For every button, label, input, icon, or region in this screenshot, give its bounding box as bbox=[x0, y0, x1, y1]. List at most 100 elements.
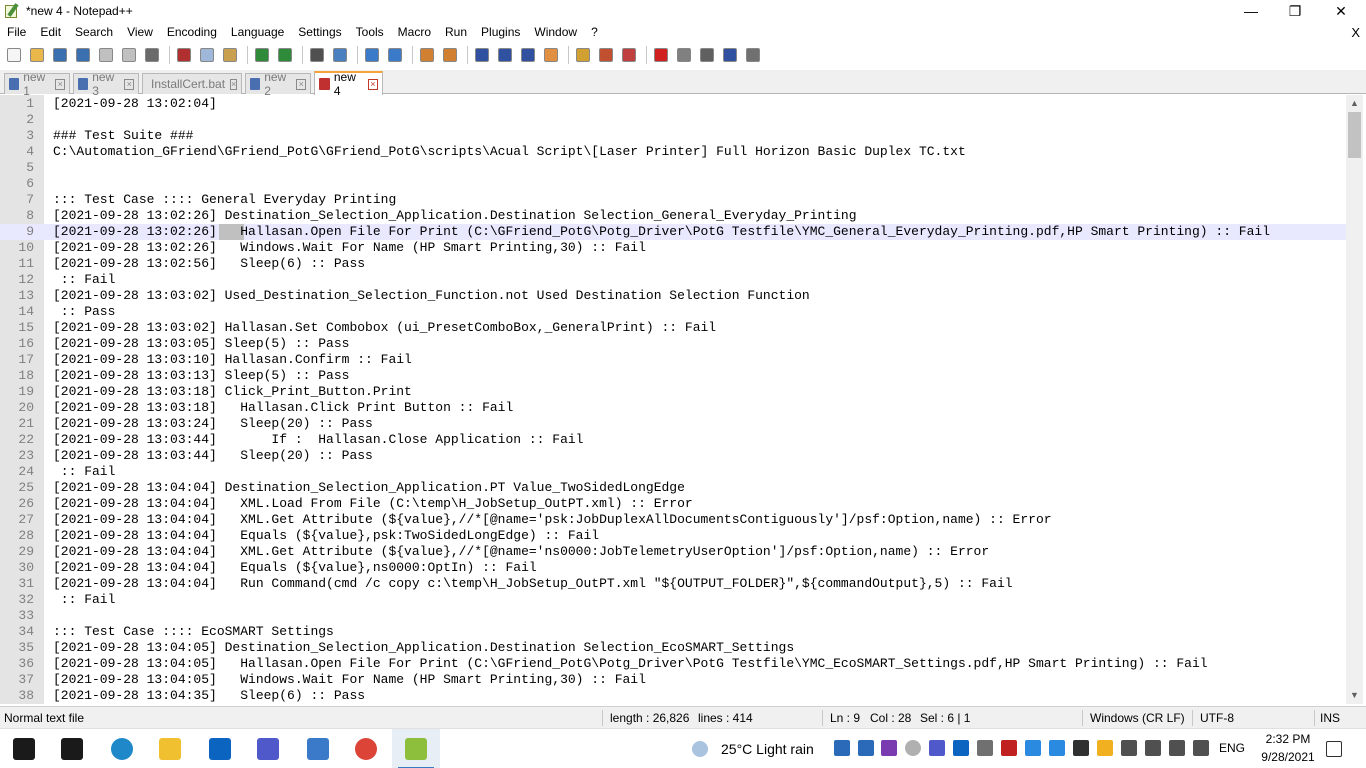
monitoring-icon[interactable] bbox=[619, 45, 639, 65]
clipboard-tray-icon[interactable] bbox=[1121, 740, 1137, 756]
new-file-icon[interactable] bbox=[4, 45, 24, 65]
outlook-icon[interactable] bbox=[196, 729, 244, 768]
chrome-icon[interactable] bbox=[342, 729, 390, 768]
replace-icon[interactable] bbox=[330, 45, 350, 65]
code-line[interactable]: 2 bbox=[0, 112, 1346, 128]
onenote-tray-icon[interactable] bbox=[881, 740, 897, 756]
code-line[interactable]: 1 [2021-09-28 13:02:04] bbox=[0, 96, 1346, 112]
minimize-button[interactable]: — bbox=[1228, 0, 1274, 22]
menu-item[interactable]: Search bbox=[68, 22, 120, 43]
menu-item[interactable]: Language bbox=[224, 22, 291, 43]
close-document-button[interactable]: X bbox=[1351, 22, 1360, 43]
stop-record-icon[interactable] bbox=[674, 45, 694, 65]
vertical-scrollbar[interactable]: ▲ ▼ bbox=[1346, 95, 1363, 704]
webex-tray-icon[interactable] bbox=[1049, 740, 1065, 756]
save-macro-icon[interactable] bbox=[743, 45, 763, 65]
code-line[interactable]: 37 [2021-09-28 13:04:05] Windows.Wait For… bbox=[0, 672, 1346, 688]
menu-item[interactable]: File bbox=[0, 22, 33, 43]
menu-item[interactable]: Run bbox=[438, 22, 474, 43]
menu-item[interactable]: Edit bbox=[33, 22, 68, 43]
code-line[interactable]: 23 [2021-09-28 13:03:44] Sleep(20) :: Pas… bbox=[0, 448, 1346, 464]
code-line[interactable]: 35 [2021-09-28 13:04:05] Destination_Sele… bbox=[0, 640, 1346, 656]
indent-guide-icon[interactable] bbox=[518, 45, 538, 65]
zoom-out-icon[interactable] bbox=[385, 45, 405, 65]
function-list-icon[interactable] bbox=[573, 45, 593, 65]
play-macro-icon[interactable] bbox=[697, 45, 717, 65]
code-line[interactable]: 4 C:\Automation_GFriend\GFriend_PotG\GFri… bbox=[0, 144, 1346, 160]
code-line[interactable]: 33 bbox=[0, 608, 1346, 624]
code-line[interactable]: 31 [2021-09-28 13:04:04] Run Command(cmd … bbox=[0, 576, 1346, 592]
defender-tray-icon[interactable] bbox=[834, 740, 850, 756]
code-line[interactable]: 34::: Test Case :::: EcoSMART Settings bbox=[0, 624, 1346, 640]
menu-item[interactable]: ? bbox=[584, 22, 605, 43]
scroll-up-arrow-icon[interactable]: ▲ bbox=[1346, 95, 1363, 112]
tab-document[interactable]: new 1 × bbox=[4, 70, 70, 98]
task-view-icon[interactable] bbox=[48, 729, 96, 768]
battery-tray-icon[interactable] bbox=[1145, 740, 1161, 756]
record-macro-icon[interactable] bbox=[651, 45, 671, 65]
code-area[interactable]: 1 [2021-09-28 13:02:04] 2 3 ### Test Suite #… bbox=[0, 95, 1346, 704]
file-explorer-icon[interactable] bbox=[146, 729, 194, 768]
code-line[interactable]: 26 [2021-09-28 13:04:04] XML.Load From Fi… bbox=[0, 496, 1346, 512]
bluetooth-tray-icon[interactable] bbox=[858, 740, 874, 756]
weather-text[interactable]: 25°C Light rain bbox=[721, 741, 814, 757]
close-all-icon[interactable] bbox=[119, 45, 139, 65]
tab-document[interactable]: InstallCert.bat × bbox=[142, 73, 242, 94]
doc-map-icon[interactable] bbox=[541, 45, 561, 65]
code-line[interactable]: 12 :: Fail bbox=[0, 272, 1346, 288]
teams-icon[interactable] bbox=[244, 729, 292, 768]
start-icon[interactable] bbox=[0, 729, 48, 768]
code-line[interactable]: 14 :: Pass bbox=[0, 304, 1346, 320]
edge-icon[interactable] bbox=[98, 729, 146, 768]
tab-close-icon[interactable]: × bbox=[124, 78, 135, 90]
code-line[interactable]: 20 [2021-09-28 13:03:18] Hallasan.Click P… bbox=[0, 400, 1346, 416]
code-line[interactable]: 10 [2021-09-28 13:02:26] Windows.Wait For… bbox=[0, 240, 1346, 256]
close-button[interactable]: ✕ bbox=[1318, 0, 1364, 22]
menu-item[interactable]: View bbox=[120, 22, 160, 43]
code-line[interactable]: 38 [2021-09-28 13:04:35] Sleep(6) :: Pass bbox=[0, 688, 1346, 704]
code-line[interactable]: 21 [2021-09-28 13:03:24] Sleep(20) :: Pas… bbox=[0, 416, 1346, 432]
menu-item[interactable]: Tools bbox=[349, 22, 391, 43]
scroll-down-arrow-icon[interactable]: ▼ bbox=[1346, 687, 1363, 704]
folder-workspace-icon[interactable] bbox=[596, 45, 616, 65]
weather-icon[interactable] bbox=[692, 741, 708, 757]
network-off-tray-icon[interactable] bbox=[977, 740, 993, 756]
code-line[interactable]: 13 [2021-09-28 13:03:02] Used_Destination… bbox=[0, 288, 1346, 304]
open-file-icon[interactable] bbox=[27, 45, 47, 65]
menu-item[interactable]: Window bbox=[527, 22, 584, 43]
editor[interactable]: 1 [2021-09-28 13:02:04] 2 3 ### Test Suite #… bbox=[0, 95, 1366, 704]
cut-icon[interactable] bbox=[174, 45, 194, 65]
tab-document[interactable]: new 2 × bbox=[245, 70, 311, 98]
code-line[interactable]: 18 [2021-09-28 13:03:13] Sleep(5) :: Pass bbox=[0, 368, 1346, 384]
language-indicator[interactable]: ENG bbox=[1219, 741, 1245, 755]
clock-time[interactable]: 2:32 PM bbox=[1258, 732, 1318, 746]
code-line[interactable]: 6 bbox=[0, 176, 1346, 192]
sync-horizontal-icon[interactable] bbox=[440, 45, 460, 65]
code-line[interactable]: 3 ### Test Suite ### bbox=[0, 128, 1346, 144]
code-line[interactable]: 5 bbox=[0, 160, 1346, 176]
tab-close-icon[interactable]: × bbox=[296, 78, 307, 90]
zoom-in-icon[interactable] bbox=[362, 45, 382, 65]
run-macro-multiple-icon[interactable] bbox=[720, 45, 740, 65]
code-line[interactable]: 9 [2021-09-28 13:02:26] Hallasan.Open Fil… bbox=[0, 224, 1346, 240]
code-line[interactable]: 19 [2021-09-28 13:03:18] Click_Print_Butt… bbox=[0, 384, 1346, 400]
gfriend-app-icon[interactable] bbox=[294, 729, 342, 768]
it-tray-icon[interactable] bbox=[1097, 740, 1113, 756]
slack-tray-icon[interactable] bbox=[1073, 740, 1089, 756]
tab-close-icon[interactable]: × bbox=[367, 78, 378, 90]
close-icon[interactable] bbox=[96, 45, 116, 65]
code-line[interactable]: 17 [2021-09-28 13:03:10] Hallasan.Confirm… bbox=[0, 352, 1346, 368]
menu-item[interactable]: Encoding bbox=[160, 22, 224, 43]
show-all-chars-icon[interactable] bbox=[495, 45, 515, 65]
mcafee-tray-icon[interactable] bbox=[1001, 740, 1017, 756]
undo-icon[interactable] bbox=[252, 45, 272, 65]
tab-document[interactable]: new 3 × bbox=[73, 70, 139, 98]
paste-icon[interactable] bbox=[220, 45, 240, 65]
clock-date[interactable]: 9/28/2021 bbox=[1254, 750, 1322, 764]
code-line[interactable]: 11 [2021-09-28 13:02:56] Sleep(6) :: Pass bbox=[0, 256, 1346, 272]
tab-active[interactable]: new 4 × bbox=[314, 70, 383, 98]
outlook-tray-icon[interactable] bbox=[953, 740, 969, 756]
code-line[interactable]: 36 [2021-09-28 13:04:05] Hallasan.Open Fi… bbox=[0, 656, 1346, 672]
save-icon[interactable] bbox=[50, 45, 70, 65]
maximize-button[interactable]: ❐ bbox=[1272, 0, 1318, 22]
